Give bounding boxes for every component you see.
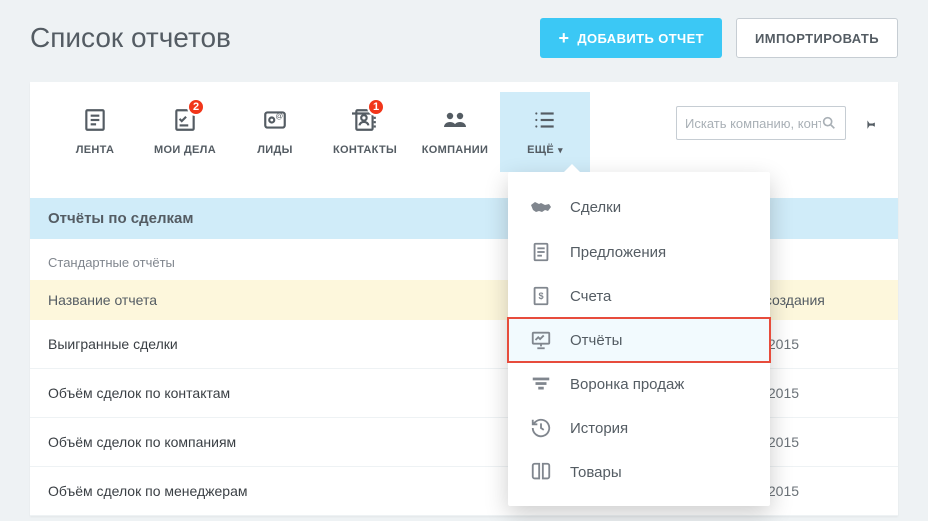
dd-history[interactable]: История — [508, 406, 770, 450]
pin-icon[interactable] — [860, 114, 878, 132]
nav-leads[interactable]: @ ЛИДЫ — [230, 92, 320, 172]
svg-text:$: $ — [538, 291, 543, 301]
nav-mytasks[interactable]: 2 МОИ ДЕЛА — [140, 92, 230, 172]
nav-more[interactable]: ЕЩЁ▾ — [500, 92, 590, 172]
leads-icon: @ — [259, 104, 291, 136]
dd-reports-label: Отчёты — [570, 332, 622, 349]
dd-invoices-label: Счета — [570, 288, 611, 305]
presentation-icon — [528, 329, 554, 351]
dd-deals[interactable]: Сделки — [508, 184, 770, 230]
nav-feed[interactable]: ЛЕНТА — [50, 92, 140, 172]
row-name: Объём сделок по менеджерам — [48, 483, 248, 499]
funnel-icon — [528, 373, 554, 395]
nav-companies-label: КОМПАНИИ — [422, 144, 488, 156]
main-card: ЛЕНТА 2 МОИ ДЕЛА @ ЛИДЫ 1 КОН — [30, 82, 898, 516]
row-name: Объём сделок по контактам — [48, 385, 230, 401]
history-icon — [528, 417, 554, 439]
search-input[interactable] — [685, 116, 821, 131]
chevron-down-icon: ▾ — [558, 145, 563, 155]
plus-icon: + — [558, 29, 569, 47]
dd-products[interactable]: Товары — [508, 450, 770, 494]
page-title: Список отчетов — [30, 22, 540, 54]
nav-contacts-label: КОНТАКТЫ — [333, 144, 397, 156]
nav-leads-label: ЛИДЫ — [257, 144, 292, 156]
more-list-icon — [529, 104, 561, 136]
dd-invoices[interactable]: $ Счета — [508, 274, 770, 318]
nav-companies[interactable]: КОМПАНИИ — [410, 92, 500, 172]
row-name: Объём сделок по компаниям — [48, 434, 236, 450]
toolbar: ЛЕНТА 2 МОИ ДЕЛА @ ЛИДЫ 1 КОН — [30, 82, 898, 172]
dd-funnel[interactable]: Воронка продаж — [508, 362, 770, 406]
feed-icon — [79, 104, 111, 136]
import-button[interactable]: ИМПОРТИРОВАТЬ — [736, 18, 898, 58]
search-icon[interactable] — [821, 115, 837, 131]
handshake-icon — [528, 195, 554, 219]
row-name: Выигранные сделки — [48, 336, 178, 352]
import-label: ИМПОРТИРОВАТЬ — [755, 31, 879, 46]
svg-text:@: @ — [275, 111, 283, 120]
dd-deals-label: Сделки — [570, 199, 621, 216]
dd-reports[interactable]: Отчёты — [508, 318, 770, 362]
dd-products-label: Товары — [570, 464, 622, 481]
search-input-wrap[interactable] — [676, 106, 846, 140]
nav-feed-label: ЛЕНТА — [76, 144, 114, 156]
more-dropdown: Сделки Предложения $ Счета Отчёты Воронк… — [508, 172, 770, 506]
dd-offers-label: Предложения — [570, 244, 666, 261]
dd-funnel-label: Воронка продаж — [570, 376, 684, 393]
add-report-button[interactable]: + ДОБАВИТЬ ОТЧЕТ — [540, 18, 722, 58]
document-icon — [528, 241, 554, 263]
book-icon — [528, 461, 554, 483]
nav-mytasks-label: МОИ ДЕЛА — [154, 144, 216, 156]
invoice-icon: $ — [528, 285, 554, 307]
nav-more-label: ЕЩЁ▾ — [527, 144, 563, 156]
dd-history-label: История — [570, 420, 628, 437]
dd-offers[interactable]: Предложения — [508, 230, 770, 274]
badge-mytasks: 2 — [187, 98, 205, 116]
badge-contacts: 1 — [367, 98, 385, 116]
companies-icon — [439, 104, 471, 136]
add-report-label: ДОБАВИТЬ ОТЧЕТ — [577, 31, 704, 46]
nav-contacts[interactable]: 1 КОНТАКТЫ — [320, 92, 410, 172]
